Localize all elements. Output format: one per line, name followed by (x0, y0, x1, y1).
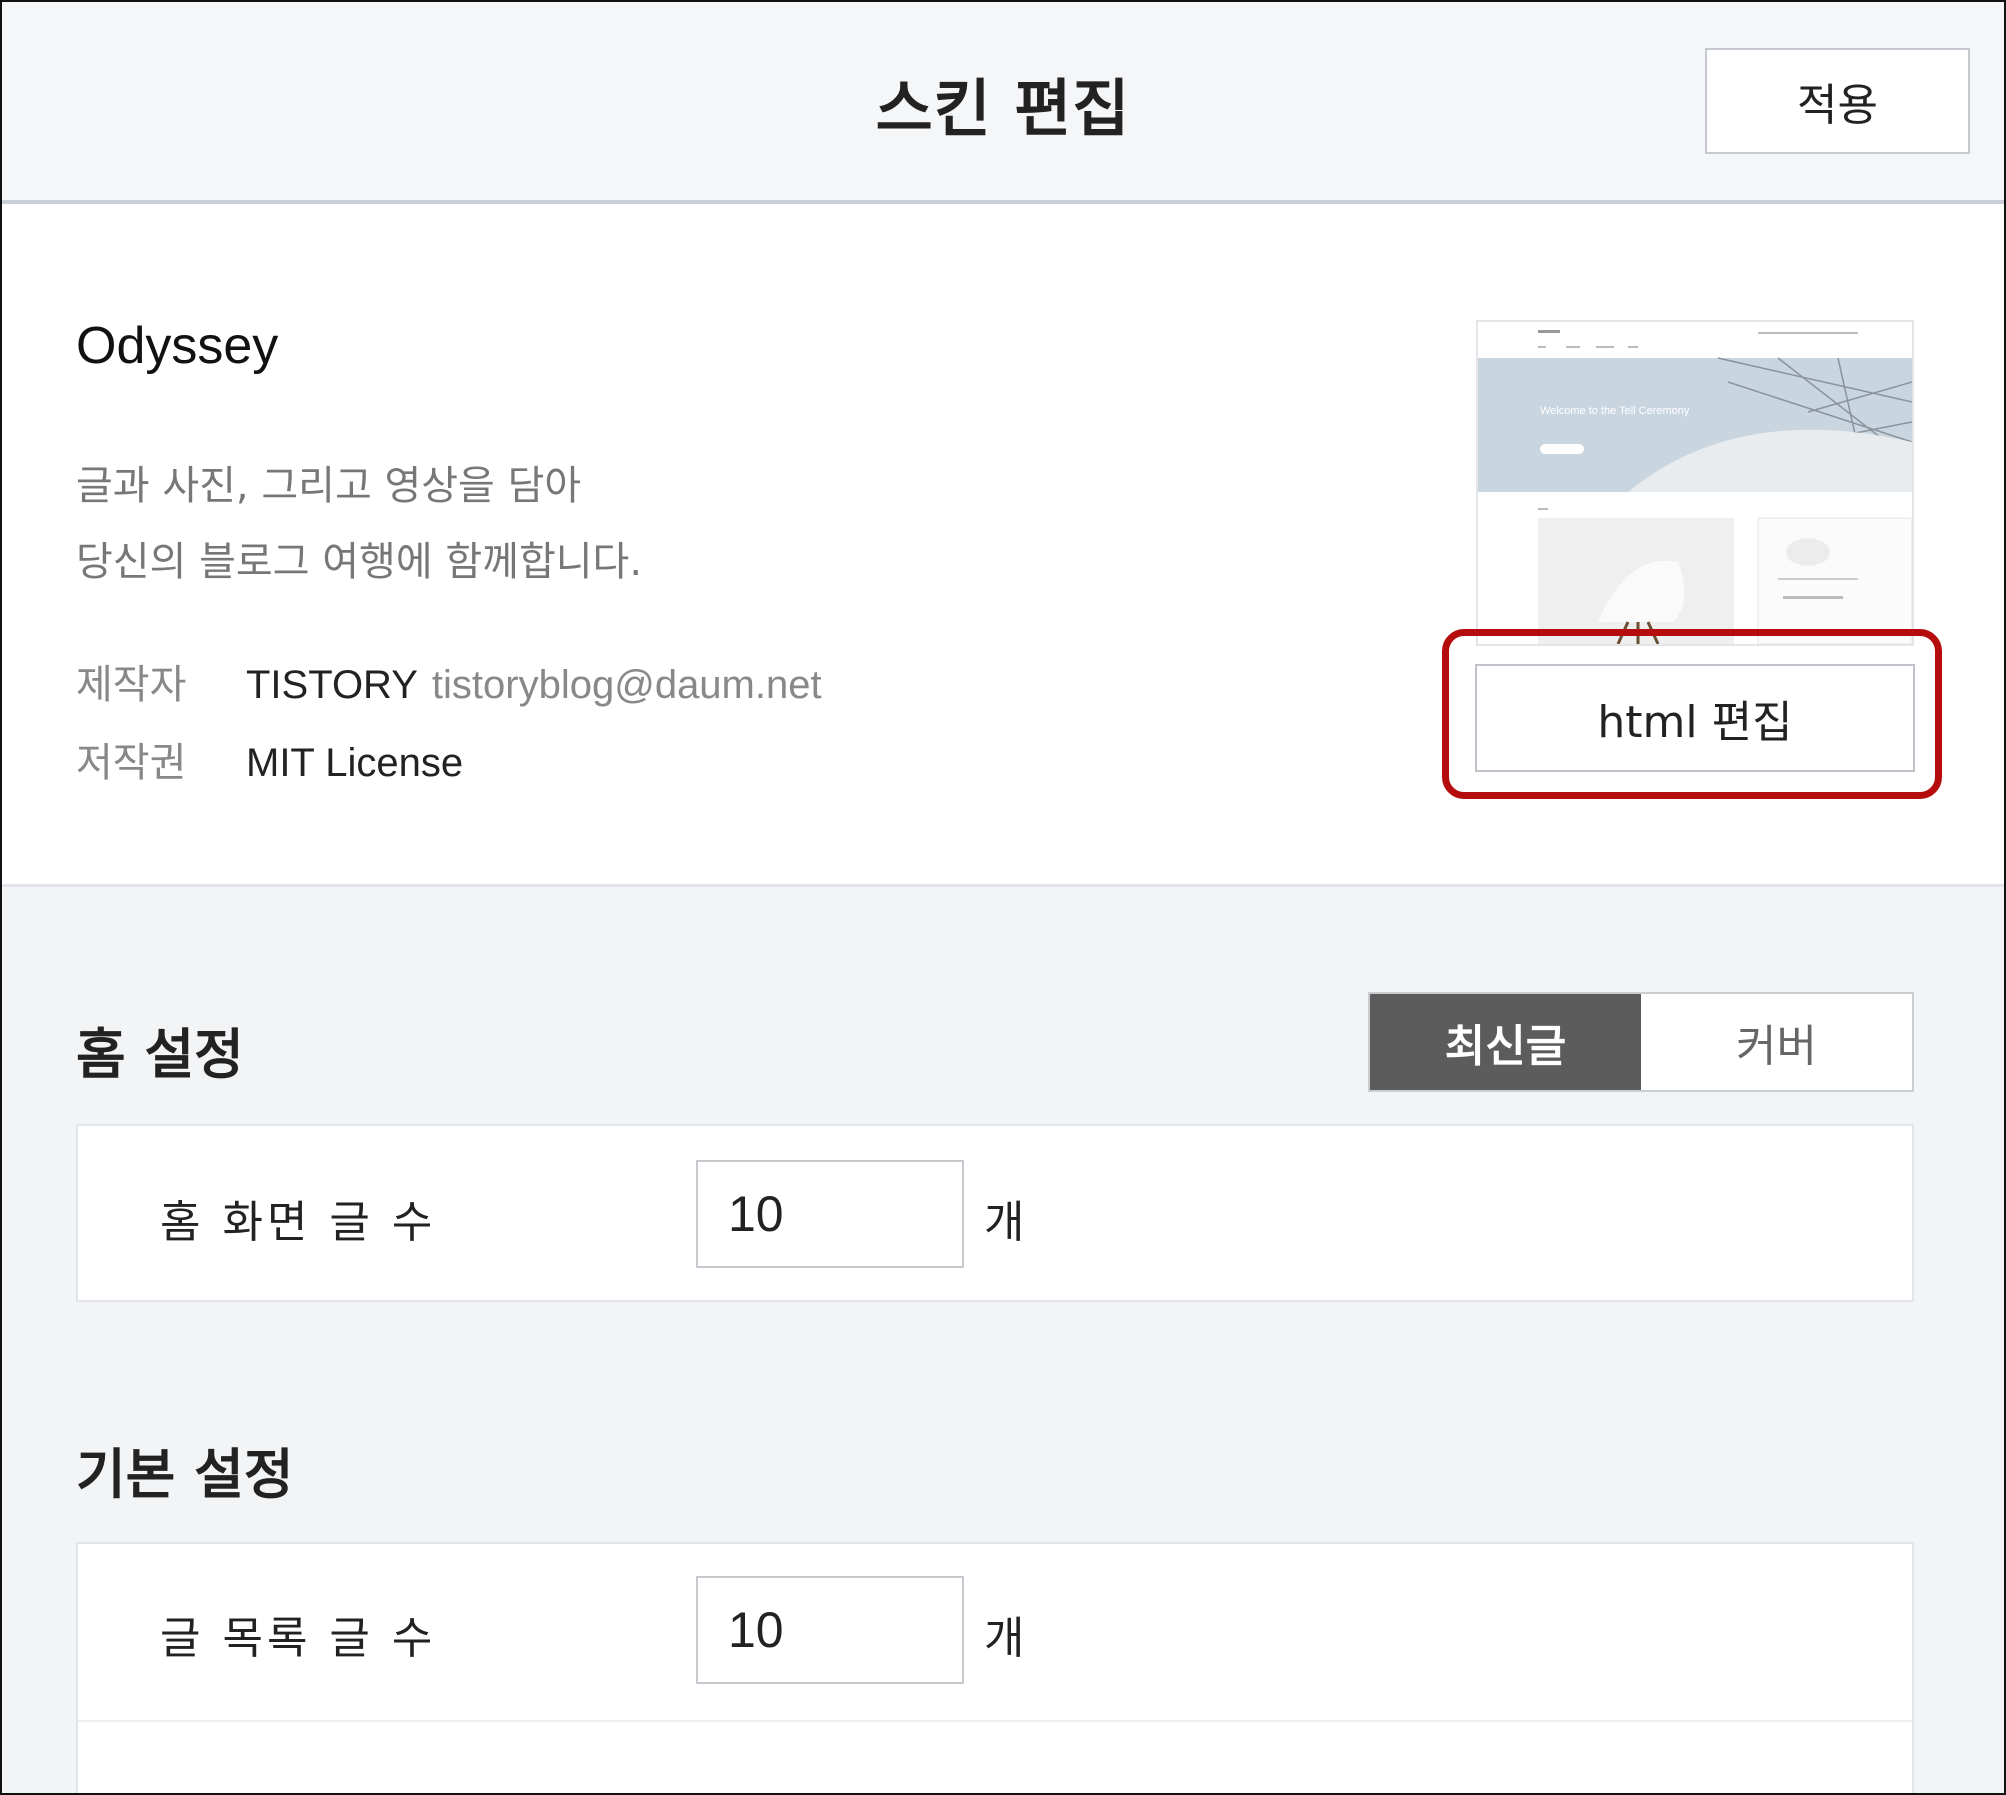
license-value: MIT License (246, 741, 464, 785)
author-email[interactable]: tistoryblog@daum.net (432, 663, 822, 707)
home-post-count-input[interactable] (696, 1160, 964, 1268)
skin-preview-thumbnail: Welcome to the Tell Ceremony (1476, 320, 1914, 646)
list-post-count-label: 글 목록 글 수 (160, 1613, 437, 1664)
home-settings-panel: 홈 화면 글 수 개 (76, 1124, 1914, 1302)
author-row: 제작자 TISTORY tistoryblog@daum.net (76, 652, 822, 710)
toggle-option-latest[interactable]: 최신글 (1370, 994, 1641, 1090)
apply-button[interactable]: 적용 (1705, 48, 1970, 154)
author-name: TISTORY (246, 663, 418, 707)
basic-settings-title: 기본 설정 (76, 1443, 294, 1506)
preview-banner-text: Welcome to the Tell Ceremony (1540, 405, 1690, 417)
skin-description: 글과 사진, 그리고 영상을 담아 당신의 블로그 여행에 함께합니다. (76, 448, 642, 600)
license-label: 저작권 (76, 740, 187, 786)
row-divider (78, 1720, 1912, 1722)
skin-description-line2: 당신의 블로그 여행에 함께합니다. (76, 539, 643, 585)
page-title: 스킨 편집 (875, 72, 1131, 145)
home-post-count-label: 홈 화면 글 수 (160, 1197, 437, 1248)
html-edit-button[interactable]: html 편집 (1475, 664, 1915, 772)
skin-info-section: Odyssey 글과 사진, 그리고 영상을 담아 당신의 블로그 여행에 함께… (2, 204, 2004, 887)
home-post-count-unit: 개 (984, 1197, 1025, 1248)
header-bar: 스킨 편집 적용 (2, 2, 2004, 204)
skin-description-line1: 글과 사진, 그리고 영상을 담아 (76, 463, 582, 509)
home-settings-title: 홈 설정 (76, 1023, 244, 1086)
basic-settings-panel: 글 목록 글 수 개 (76, 1542, 1914, 1793)
home-mode-toggle: 최신글 커버 (1368, 992, 1914, 1092)
list-post-count-unit: 개 (984, 1613, 1025, 1664)
skin-preview-image: Welcome to the Tell Ceremony (1478, 322, 1912, 644)
toggle-option-cover[interactable]: 커버 (1641, 994, 1912, 1090)
skin-name: Odyssey (76, 317, 279, 375)
license-row: 저작권 MIT License (76, 730, 463, 788)
author-label: 제작자 (76, 662, 187, 708)
skin-editor-window: 스킨 편집 적용 Odyssey 글과 사진, 그리고 영상을 담아 당신의 블… (0, 0, 2006, 1795)
list-post-count-input[interactable] (696, 1576, 964, 1684)
